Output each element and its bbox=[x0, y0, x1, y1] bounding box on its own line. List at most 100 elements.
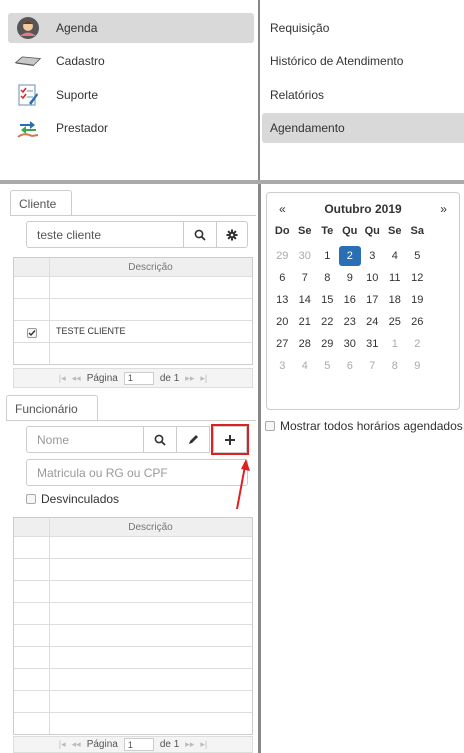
calendar-day[interactable]: 16 bbox=[339, 290, 362, 310]
calendar-day[interactable]: 27 bbox=[271, 334, 294, 354]
cliente-search-button[interactable] bbox=[183, 221, 217, 248]
cliente-settings-button[interactable] bbox=[216, 221, 248, 248]
row-checkbox[interactable] bbox=[27, 327, 37, 341]
calendar-day[interactable]: 4 bbox=[294, 356, 317, 376]
calendar-next-button[interactable]: » bbox=[440, 202, 447, 216]
calendar-day[interactable]: 12 bbox=[406, 268, 429, 288]
table-row[interactable] bbox=[14, 712, 252, 735]
show-all-schedules-checkbox[interactable] bbox=[265, 421, 275, 431]
vertical-divider-bottom[interactable] bbox=[258, 184, 261, 753]
submenu-item-requisicao[interactable]: Requisição bbox=[262, 13, 464, 43]
checklist-icon bbox=[14, 83, 42, 107]
calendar-day[interactable]: 13 bbox=[271, 290, 294, 310]
last-page-icon[interactable]: ▸| bbox=[200, 373, 207, 384]
menu-item-suporte[interactable]: Suporte bbox=[8, 80, 254, 110]
show-all-schedules-toggle[interactable]: Mostrar todos horários agendados bbox=[265, 419, 463, 433]
menu-item-prestador[interactable]: Prestador bbox=[8, 113, 254, 143]
prev-page-icon[interactable]: ◂◂ bbox=[72, 373, 81, 384]
calendar-day[interactable]: 19 bbox=[406, 290, 429, 310]
weekday-label: Te bbox=[321, 225, 334, 237]
calendar-day[interactable]: 29 bbox=[316, 334, 339, 354]
tab-cliente[interactable]: Cliente bbox=[10, 190, 72, 216]
calendar-day[interactable]: 8 bbox=[316, 268, 339, 288]
calendar-day[interactable]: 21 bbox=[294, 312, 317, 332]
calendar-day[interactable]: 6 bbox=[339, 356, 362, 376]
funcionario-document-input[interactable]: Matricula ou RG ou CPF bbox=[26, 459, 248, 486]
calendar-day[interactable]: 30 bbox=[339, 334, 362, 354]
menu-item-agenda[interactable]: Agenda bbox=[8, 13, 254, 43]
calendar-day[interactable]: 31 bbox=[361, 334, 384, 354]
calendar-weekdays: Do Se Te Qu Qu Se Sa bbox=[271, 225, 429, 237]
calendar-day[interactable]: 6 bbox=[271, 268, 294, 288]
calendar-day[interactable]: 9 bbox=[339, 268, 362, 288]
table-row[interactable] bbox=[14, 646, 252, 669]
menu-item-cadastro[interactable]: Cadastro bbox=[8, 46, 254, 76]
table-row[interactable] bbox=[14, 536, 252, 559]
calendar-day[interactable]: 2 bbox=[406, 334, 429, 354]
table-row[interactable] bbox=[14, 298, 252, 321]
table-row[interactable] bbox=[14, 668, 252, 691]
next-page-icon[interactable]: ▸▸ bbox=[185, 373, 194, 384]
table-row[interactable]: TESTE CLIENTE bbox=[14, 320, 252, 343]
pager-label: Página bbox=[86, 372, 118, 384]
calendar-day[interactable]: 26 bbox=[406, 312, 429, 332]
submenu-item-historico[interactable]: Histórico de Atendimento bbox=[262, 46, 464, 76]
table-row[interactable] bbox=[14, 342, 252, 365]
calendar-day[interactable]: 30 bbox=[294, 246, 317, 266]
cliente-grid: Descrição TESTE CLIENTE bbox=[13, 257, 253, 365]
table-row[interactable] bbox=[14, 690, 252, 713]
calendar-day[interactable]: 1 bbox=[384, 334, 407, 354]
calendar-week-row: 6 7 8 9 10 11 12 bbox=[271, 267, 429, 289]
calendar-day[interactable]: 20 bbox=[271, 312, 294, 332]
tab-underline bbox=[6, 420, 256, 421]
calendar-day[interactable]: 14 bbox=[294, 290, 317, 310]
calendar-day[interactable]: 4 bbox=[384, 246, 407, 266]
weekday-label: Qu bbox=[364, 225, 380, 237]
page-number-input[interactable]: 1 bbox=[123, 738, 154, 751]
tab-funcionario[interactable]: Funcionário bbox=[6, 395, 98, 421]
desvinculados-checkbox[interactable] bbox=[26, 494, 36, 504]
calendar-day[interactable]: 23 bbox=[339, 312, 362, 332]
table-row[interactable] bbox=[14, 558, 252, 581]
calendar-day[interactable]: 29 bbox=[271, 246, 294, 266]
submenu-item-agendamento[interactable]: Agendamento bbox=[262, 113, 464, 143]
table-row[interactable] bbox=[14, 624, 252, 647]
calendar-day[interactable]: 25 bbox=[384, 312, 407, 332]
calendar-day[interactable]: 8 bbox=[384, 356, 407, 376]
submenu-item-relatorios[interactable]: Relatórios bbox=[262, 80, 464, 110]
table-row[interactable] bbox=[14, 276, 252, 299]
funcionario-edit-button[interactable] bbox=[176, 426, 210, 453]
calendar-day[interactable]: 17 bbox=[361, 290, 384, 310]
table-row[interactable] bbox=[14, 602, 252, 625]
calendar-day[interactable]: 9 bbox=[406, 356, 429, 376]
calendar-day[interactable]: 5 bbox=[316, 356, 339, 376]
calendar-day[interactable]: 18 bbox=[384, 290, 407, 310]
funcionario-search-button[interactable] bbox=[143, 426, 177, 453]
last-page-icon[interactable]: ▸| bbox=[200, 739, 207, 750]
calendar-day[interactable]: 24 bbox=[361, 312, 384, 332]
calendar-day[interactable]: 7 bbox=[294, 268, 317, 288]
desvinculados-toggle[interactable]: Desvinculados bbox=[26, 492, 119, 506]
calendar-prev-button[interactable]: « bbox=[279, 202, 286, 216]
calendar-day[interactable]: 15 bbox=[316, 290, 339, 310]
page-number-input[interactable]: 1 bbox=[123, 371, 154, 385]
calendar-day[interactable]: 2 bbox=[338, 246, 361, 266]
calendar-week-row: 13 14 15 16 17 18 19 bbox=[271, 289, 429, 311]
calendar-title[interactable]: Outubro 2019 bbox=[324, 202, 401, 216]
cliente-search-input[interactable]: teste cliente bbox=[26, 221, 184, 248]
next-page-icon[interactable]: ▸▸ bbox=[185, 739, 194, 750]
calendar-day[interactable]: 22 bbox=[316, 312, 339, 332]
calendar-day[interactable]: 7 bbox=[361, 356, 384, 376]
calendar-day[interactable]: 11 bbox=[384, 268, 407, 288]
table-row[interactable] bbox=[14, 580, 252, 603]
calendar-day[interactable]: 5 bbox=[406, 246, 429, 266]
first-page-icon[interactable]: |◂ bbox=[59, 373, 66, 384]
funcionario-name-input[interactable]: Nome bbox=[26, 426, 144, 453]
first-page-icon[interactable]: |◂ bbox=[59, 739, 66, 750]
calendar-day[interactable]: 10 bbox=[361, 268, 384, 288]
prev-page-icon[interactable]: ◂◂ bbox=[72, 739, 81, 750]
calendar-day[interactable]: 3 bbox=[271, 356, 294, 376]
calendar-day[interactable]: 3 bbox=[361, 246, 384, 266]
calendar-day[interactable]: 1 bbox=[316, 246, 339, 266]
calendar-day[interactable]: 28 bbox=[294, 334, 317, 354]
